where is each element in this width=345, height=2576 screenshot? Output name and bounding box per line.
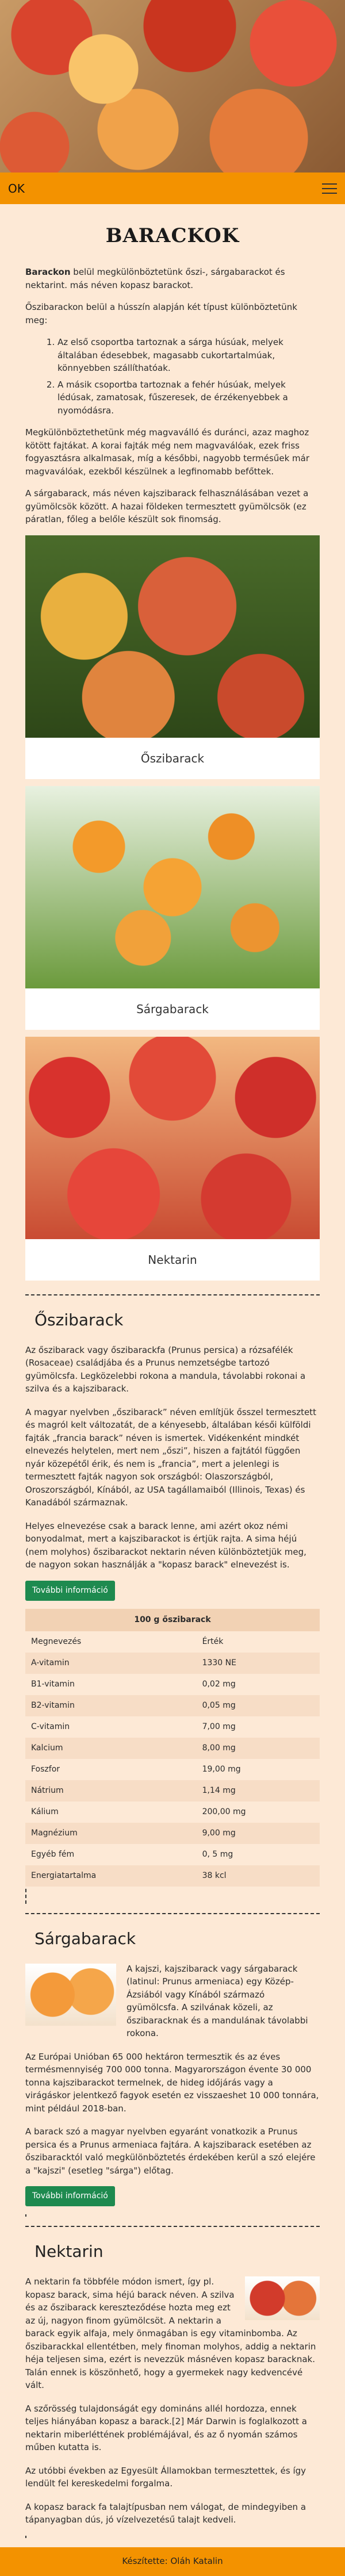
- section-title: Őszibarack: [25, 1295, 124, 1343]
- sargabarack-paragraph-2: Az Európai Unióban 65 000 hektáron terme…: [25, 2051, 319, 2114]
- gallery-card-oszibarack: Őszibarack: [25, 535, 320, 779]
- nutrient-value: 1,14 mg: [196, 1780, 320, 1801]
- intro-paragraph-2: Őszibarackon belül a hússzín alapján két…: [25, 302, 297, 325]
- footer-author: Készítette: Oláh Katalin: [122, 2556, 223, 2567]
- nutrient-name: Egyéb fém: [25, 1843, 197, 1865]
- list-item: A másik csoportba tartoznak a fehér húsú…: [57, 378, 320, 417]
- intro-paragraph-3: Megkülönböztethetünk még magvaválló és d…: [25, 427, 309, 477]
- column-header-value: Érték: [196, 1631, 320, 1653]
- table-row: Foszfor 19,00 mg: [25, 1758, 320, 1780]
- intro-paragraph-4: A sárgabarack, más néven kajszibarack fe…: [25, 488, 309, 524]
- nutrient-name: B1-vitamin: [25, 1673, 197, 1695]
- hero-image: [0, 0, 345, 172]
- section-nektarin: Nektarin A nektarin fa többféle módon is…: [25, 2226, 320, 2538]
- list-item: Az első csoportba tartoznak a sárga húsú…: [57, 336, 320, 375]
- nutrient-name: Magnézium: [25, 1822, 197, 1844]
- nutrient-value: 1330 NE: [196, 1652, 320, 1674]
- nutrient-name: Kalcium: [25, 1737, 197, 1759]
- nutrient-name: C-vitamin: [25, 1716, 197, 1738]
- section-sargabarack: Sárgabarack A kajszi, kajszibarack vagy …: [25, 1912, 320, 2217]
- table-row: Energiatartalma 38 kcl: [25, 1865, 320, 1887]
- footer: Készítette: Oláh Katalin: [0, 2547, 345, 2576]
- more-info-button[interactable]: További információ: [25, 2186, 115, 2206]
- gallery-card-nektarin: Nektarin: [25, 1036, 320, 1281]
- page-title: BARACKOK: [105, 224, 240, 247]
- gallery-caption: Sárgabarack: [136, 1002, 209, 1016]
- nutrient-value: 7,00 mg: [196, 1716, 320, 1738]
- gallery-caption: Őszibarack: [140, 751, 205, 765]
- sargabarack-photo: [25, 785, 320, 988]
- nutrient-value: 0, 5 mg: [196, 1843, 320, 1865]
- gallery-card-sargabarack: Sárgabarack: [25, 785, 320, 1030]
- table-title: 100 g őszibarack: [25, 1608, 320, 1631]
- table-row: A-vitamin 1330 NE: [25, 1652, 320, 1674]
- nutrient-value: 0,05 mg: [196, 1695, 320, 1716]
- section-title: Sárgabarack: [25, 1914, 136, 1961]
- nutrient-name: Foszfor: [25, 1758, 197, 1780]
- table-row: B1-vitamin 0,02 mg: [25, 1673, 320, 1695]
- intro-bold-word: Barackon: [25, 267, 71, 277]
- nutrient-value: 8,00 mg: [196, 1737, 320, 1759]
- column-header-name: Megnevezés: [25, 1631, 197, 1653]
- oszibarack-photo: [25, 535, 320, 738]
- nutrition-table: 100 g őszibarack Megnevezés Érték A-vita…: [25, 1608, 320, 1887]
- sargabarack-thumbnail: [25, 1963, 116, 2026]
- table-row: Egyéb fém 0, 5 mg: [25, 1843, 320, 1865]
- section-oszibarack: Őszibarack Az őszibarack vagy őszibarack…: [25, 1294, 320, 1904]
- nektarin-paragraph-3: Az utóbbi években az Egyesült Államokban…: [25, 2465, 306, 2489]
- table-row: Kálium 200,00 mg: [25, 1801, 320, 1823]
- nutrient-name: Energiatartalma: [25, 1865, 197, 1887]
- nutrient-name: B2-vitamin: [25, 1695, 197, 1716]
- table-row: Kalcium 8,00 mg: [25, 1737, 320, 1759]
- table-row: B2-vitamin 0,05 mg: [25, 1695, 320, 1716]
- nutrient-name: A-vitamin: [25, 1652, 197, 1674]
- table-row: Magnézium 9,00 mg: [25, 1822, 320, 1844]
- nutrient-name: Nátrium: [25, 1780, 197, 1801]
- main-content: BARACKOK Barackon belül megkülönböztetün…: [0, 221, 345, 2538]
- oszibarack-paragraph-1: Az őszibarack vagy őszibarackfa (Prunus …: [25, 1344, 306, 1394]
- oszibarack-paragraph-2: A magyar nyelvben „őszibarack” néven eml…: [25, 1406, 316, 1508]
- nektarin-paragraph-4: A kopasz barack fa talajtípusban nem vál…: [25, 2501, 306, 2525]
- nektarin-photo: [25, 1036, 320, 1239]
- intro-paragraph-1: Barackon belül megkülönböztetünk őszi-, …: [25, 266, 320, 292]
- nutrient-value: 19,00 mg: [196, 1758, 320, 1780]
- nutrient-value: 38 kcl: [196, 1865, 320, 1887]
- nektarin-thumbnail: [245, 2276, 320, 2320]
- gallery-caption: Nektarin: [148, 1252, 197, 1267]
- nutrient-value: 0,02 mg: [196, 1673, 320, 1695]
- sargabarack-paragraph-3: A barack szó a magyar nyelvben egyaránt …: [25, 2126, 316, 2176]
- nutrient-value: 9,00 mg: [196, 1822, 320, 1844]
- section-title: Nektarin: [25, 2227, 103, 2274]
- nektarin-paragraph-2: A szőrösség tulajdonságát egy domináns a…: [25, 2403, 307, 2453]
- more-info-button[interactable]: További információ: [25, 1580, 115, 1601]
- top-navbar: OK: [0, 172, 345, 204]
- menu-hamburger-icon[interactable]: [322, 183, 337, 194]
- navbar-brand[interactable]: OK: [8, 180, 25, 197]
- nutrient-value: 200,00 mg: [196, 1801, 320, 1823]
- table-row: Nátrium 1,14 mg: [25, 1780, 320, 1801]
- nutrient-name: Kálium: [25, 1801, 197, 1823]
- type-list: Az első csoportba tartoznak a sárga húsú…: [57, 336, 320, 417]
- oszibarack-paragraph-3: Helyes elnevezése csak a barack lenne, a…: [25, 1520, 306, 1570]
- table-row: C-vitamin 7,00 mg: [25, 1716, 320, 1738]
